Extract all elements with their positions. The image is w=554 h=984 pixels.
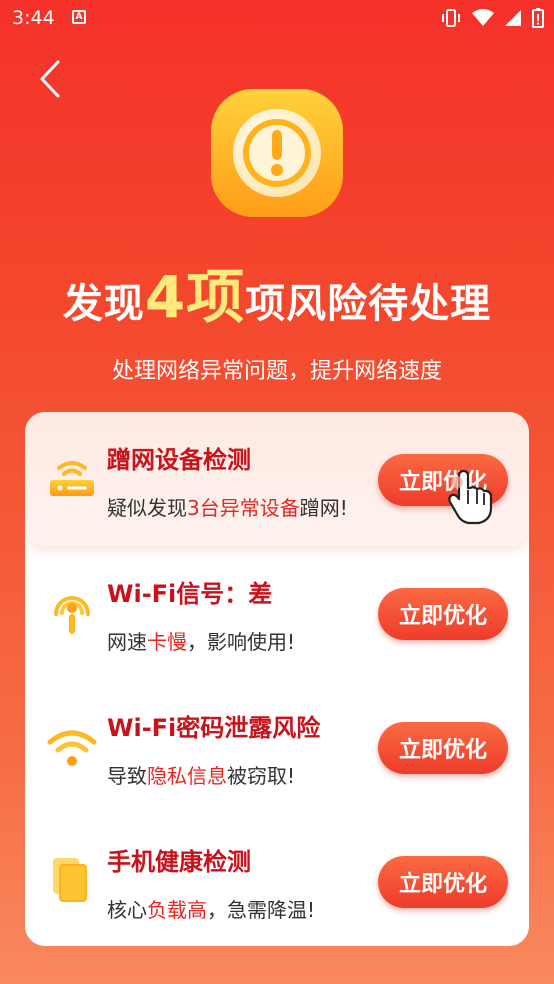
item-title: 手机健康检测 [107, 848, 251, 876]
title-prefix: 发现 [62, 281, 145, 327]
back-chevron-icon[interactable] [36, 58, 66, 100]
list-item: 蹭网设备检测 疑似发现3台异常设备蹭网! 立即优化 [25, 412, 529, 546]
optimize-button[interactable]: 立即优化 [378, 454, 508, 506]
item-title: Wi-Fi信号：差 [107, 580, 273, 608]
item-desc: 网速卡慢，影响使用! [107, 626, 295, 655]
risk-count: 4项 [144, 263, 246, 331]
optimize-button[interactable]: 立即优化 [378, 588, 508, 640]
wifi-status-icon [472, 9, 494, 26]
wifi-icon [47, 730, 97, 766]
optimize-button[interactable]: 立即优化 [378, 856, 508, 908]
page-subtitle: 处理网络异常问题，提升网络速度 [111, 359, 442, 384]
phone-cards-icon [53, 858, 87, 902]
desc-highlight: 卡慢 [147, 630, 187, 654]
desc-highlight: 隐私信息 [147, 764, 227, 788]
title-suffix: 项风险待处理 [245, 281, 492, 327]
list-item: Wi-Fi信号：差 网速卡慢，影响使用! 立即优化 [25, 546, 529, 680]
desc-text: 蹭网! [299, 496, 348, 520]
status-time: 3:44 [12, 7, 55, 29]
warning-icon [211, 89, 343, 217]
optimize-button[interactable]: 立即优化 [378, 722, 508, 774]
risk-list-card: 蹭网设备检测 疑似发现3台异常设备蹭网! 立即优化 Wi-Fi信号：差 网速卡慢… [25, 412, 529, 946]
item-desc: 疑似发现3台异常设备蹭网! [107, 492, 348, 521]
desc-text: 被窃取! [227, 764, 296, 788]
item-title: 蹭网设备检测 [107, 446, 251, 474]
signal-broadcast-icon [54, 596, 90, 634]
desc-text: 疑似发现 [107, 496, 187, 520]
cell-signal-icon [505, 10, 521, 26]
desc-text: 导致 [107, 764, 147, 788]
item-desc: 核心负载高，急需降温! [107, 894, 315, 923]
item-desc: 导致隐私信息被窃取! [107, 760, 295, 789]
item-title: Wi-Fi密码泄露风险 [107, 714, 321, 742]
desc-text: ，急需降温! [207, 898, 316, 922]
desc-text: 网速 [107, 630, 147, 654]
vibrate-icon [442, 9, 460, 27]
list-item: Wi-Fi密码泄露风险 导致隐私信息被窃取! 立即优化 [25, 680, 529, 814]
desc-text: 核心 [107, 898, 147, 922]
desc-highlight: 3台异常设备 [187, 496, 300, 520]
battery-alert-icon [532, 8, 544, 28]
list-item: 手机健康检测 核心负载高，急需降温! 立即优化 [25, 814, 529, 946]
router-icon [50, 461, 94, 496]
page-title: 发现4项项风险待处理 [0, 250, 554, 334]
app-notification-icon: A [72, 10, 86, 24]
desc-text: ，影响使用! [187, 630, 296, 654]
desc-highlight: 负载高 [147, 898, 207, 922]
status-bar: 3:44 A [0, 0, 554, 36]
